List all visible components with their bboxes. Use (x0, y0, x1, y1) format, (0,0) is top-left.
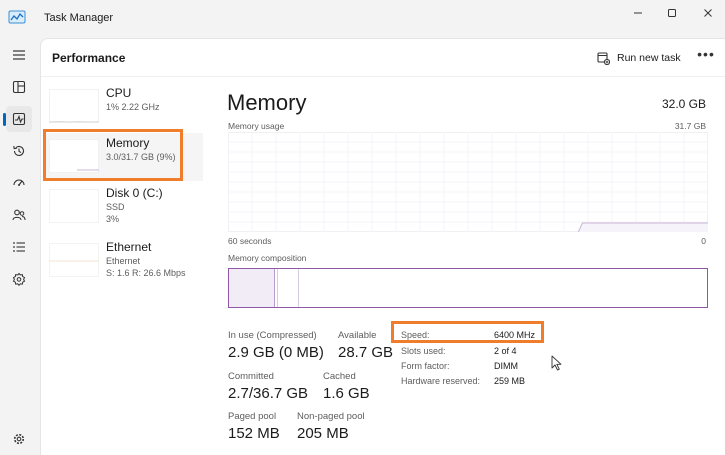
resource-detail: 1% 2.22 GHz (106, 102, 160, 112)
composition-standby (277, 269, 299, 307)
resource-detail: 3% (106, 214, 120, 224)
available-label: Available (338, 330, 377, 341)
more-options-button[interactable]: ••• (696, 47, 716, 67)
in-use-value: 2.9 GB (0 MB) (228, 344, 324, 361)
slots-used-value: 2 of 4 (494, 346, 517, 356)
memory-composition-bar (228, 268, 708, 308)
composition-in-use (229, 269, 275, 307)
form-factor-label: Form factor: (401, 361, 450, 371)
disk-thumbnail-graph (49, 189, 99, 223)
non-paged-pool-value: 205 MB (297, 425, 349, 442)
run-new-task-button[interactable]: Run new task (597, 49, 681, 67)
run-new-task-label: Run new task (617, 52, 681, 64)
settings-button[interactable] (6, 426, 32, 452)
usage-graph-max: 31.7 GB (674, 121, 706, 131)
usage-graph-label: Memory usage (228, 121, 285, 131)
mouse-cursor-icon (551, 355, 562, 371)
non-paged-pool-label: Non-paged pool (297, 411, 365, 422)
usage-graph-x-end: 0 (701, 236, 706, 246)
hamburger-icon (13, 50, 25, 60)
performance-icon (12, 112, 26, 126)
memory-highlight-box (43, 129, 183, 181)
in-use-label: In use (Compressed) (228, 330, 317, 341)
services-icon (12, 272, 26, 286)
main-panel: Performance Run new task ••• CPU 1% 2.22… (40, 38, 725, 455)
hardware-reserved-label: Hardware reserved: (401, 376, 481, 386)
nav-startup-apps[interactable] (6, 170, 32, 196)
resource-item-disk[interactable]: Disk 0 (C:) SSD 3% (43, 183, 203, 231)
details-icon (13, 242, 25, 252)
usage-graph-x-start: 60 seconds (228, 236, 272, 246)
page-title: Performance (52, 51, 126, 65)
title-bar: Task Manager (0, 0, 725, 38)
slots-used-label: Slots used: (401, 346, 446, 356)
history-icon (13, 145, 25, 156)
committed-label: Committed (228, 371, 274, 382)
committed-value: 2.7/36.7 GB (228, 385, 309, 402)
resource-detail: S: 1.6 R: 26.6 Mbps (106, 268, 186, 278)
ethernet-thumbnail-graph (49, 243, 99, 277)
navigation-rail (0, 38, 38, 455)
minimize-button[interactable] (627, 6, 649, 20)
nav-performance[interactable] (6, 106, 32, 132)
resource-name: Ethernet (106, 240, 152, 254)
close-icon (704, 9, 712, 17)
run-task-icon (597, 51, 610, 65)
gear-icon (13, 433, 25, 445)
maximize-icon (668, 9, 676, 17)
cached-label: Cached (323, 371, 356, 382)
paged-pool-value: 152 MB (228, 425, 280, 442)
maximize-button[interactable] (661, 6, 683, 20)
resource-name: CPU (106, 86, 132, 100)
nav-details[interactable] (6, 234, 32, 260)
memory-usage-graph (228, 132, 708, 232)
startup-icon (13, 179, 25, 186)
nav-services[interactable] (6, 266, 32, 292)
resource-name: Disk 0 (C:) (106, 186, 163, 200)
nav-processes[interactable] (6, 74, 32, 100)
users-icon (12, 209, 26, 221)
paged-pool-label: Paged pool (228, 411, 277, 422)
available-value: 28.7 GB (338, 344, 394, 361)
hardware-reserved-value: 259 MB (494, 376, 526, 386)
cached-value: 1.6 GB (323, 385, 370, 402)
window-title: Task Manager (44, 12, 114, 24)
resource-detail: SSD (106, 202, 125, 212)
form-factor-value: DIMM (494, 361, 518, 371)
cpu-thumbnail-graph (49, 89, 99, 123)
memory-total: 32.0 GB (661, 97, 706, 111)
task-manager-app-icon (8, 10, 26, 25)
close-button[interactable] (697, 6, 719, 20)
resource-item-cpu[interactable]: CPU 1% 2.22 GHz (43, 83, 203, 131)
header-divider (41, 76, 725, 77)
speed-highlight-box (391, 321, 544, 343)
composition-label: Memory composition (228, 253, 307, 263)
resource-item-ethernet[interactable]: Ethernet Ethernet S: 1.6 R: 26.6 Mbps (43, 237, 203, 285)
detail-title: Memory (227, 90, 307, 115)
nav-users[interactable] (6, 202, 32, 228)
resource-detail: Ethernet (106, 256, 141, 266)
nav-app-history[interactable] (6, 138, 32, 164)
processes-icon (12, 80, 26, 94)
hamburger-menu-button[interactable] (6, 42, 32, 68)
usage-fill-area (578, 223, 708, 232)
